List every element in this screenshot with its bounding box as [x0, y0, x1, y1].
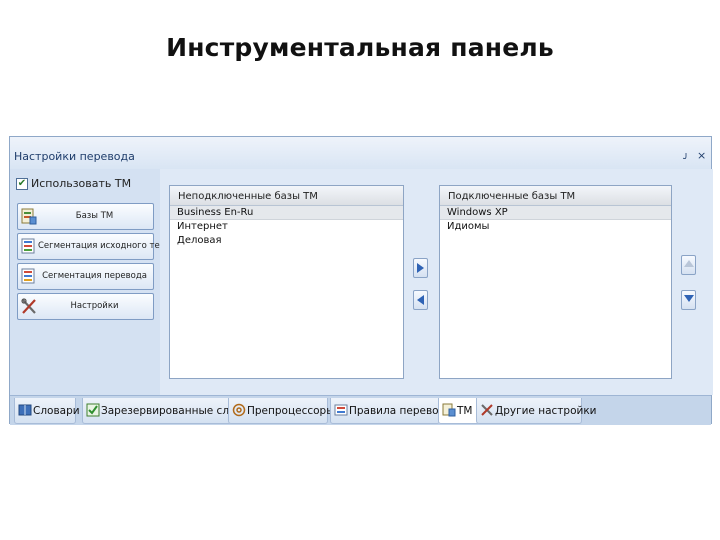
tab-translation-rules[interactable]: Правила перевода [330, 398, 452, 424]
tab-bar: Словари Зарезервированные слова Препроце… [10, 395, 711, 425]
tm-icon [442, 403, 456, 417]
tab-translation-rules-label: Правила перевода [349, 405, 453, 417]
tools-icon [481, 404, 493, 416]
book-icon [18, 404, 32, 416]
tab-reserved-words-label: Зарезервированные слова [101, 405, 249, 417]
move-right-button[interactable] [413, 258, 428, 278]
tab-tm[interactable]: TM [438, 398, 480, 424]
translation-segmentation-button[interactable]: Сегментация перевода [17, 263, 154, 290]
pin-icon[interactable]: ᴊ [683, 149, 687, 162]
use-tm-checkbox[interactable]: ✔ [16, 178, 28, 190]
translation-settings-panel: Настройки перевода ᴊ × ✔ Использовать TM… [9, 136, 713, 425]
tm-bases-label: Базы TM [75, 211, 114, 221]
tab-other-settings-label: Другие настройки [495, 405, 597, 417]
segmentation-icon [21, 238, 35, 254]
arrow-left-icon [417, 295, 424, 305]
move-up-button[interactable] [681, 255, 696, 275]
settings-label: Настройки [70, 301, 119, 311]
tab-dictionaries-label: Словари [33, 405, 80, 417]
tab-tm-label: TM [457, 405, 473, 417]
close-icon[interactable]: × [697, 149, 706, 162]
settings-button[interactable]: Настройки [17, 293, 154, 320]
move-down-button[interactable] [681, 290, 696, 310]
main-area: Неподключенные базы TM Business En-Ru Ин… [160, 169, 713, 395]
translation-segmentation-label: Сегментация перевода [42, 271, 147, 281]
tab-other-settings[interactable]: Другие настройки [476, 398, 597, 424]
tm-bases-button[interactable]: Базы TM [17, 203, 154, 230]
arrow-up-icon [683, 260, 694, 267]
source-segmentation-label: Сегментация исходного текста [38, 241, 180, 251]
source-segmentation-button[interactable]: Сегментация исходного текста [17, 233, 180, 260]
panel-titlebar: Настройки перевода ᴊ × [10, 137, 711, 169]
rules-icon [334, 404, 348, 416]
arrow-right-icon [417, 263, 424, 273]
at-sign-icon [232, 403, 246, 417]
tools-icon [21, 298, 36, 314]
use-tm-label: Использовать TM [31, 177, 132, 190]
tab-preprocessors[interactable]: Препроцессоры [228, 398, 335, 424]
list-item[interactable]: Business En-Ru [170, 206, 403, 220]
list-item[interactable]: Идиомы [440, 220, 671, 234]
segmentation-icon [21, 268, 35, 284]
unconnected-tm-list[interactable]: Неподключенные базы TM Business En-Ru Ин… [169, 185, 404, 379]
database-icon [21, 208, 37, 225]
tab-reserved-words[interactable]: Зарезервированные слова [82, 398, 248, 424]
left-column: ✔ Использовать TM Базы TM Сегментация ис… [10, 169, 180, 395]
arrow-down-icon [683, 295, 694, 302]
list-item[interactable]: Деловая [170, 234, 403, 248]
panel-title: Настройки перевода [14, 150, 135, 163]
panel-body: ✔ Использовать TM Базы TM Сегментация ис… [10, 169, 713, 395]
tab-dictionaries[interactable]: Словари [14, 398, 80, 424]
slide-title: Инструментальная панель [166, 33, 554, 62]
connected-tm-list[interactable]: Подключенные базы TM Windows XP Идиомы [439, 185, 672, 379]
move-left-button[interactable] [413, 290, 428, 310]
list-item[interactable]: Windows XP [440, 206, 671, 220]
connected-tm-header: Подключенные базы TM [440, 186, 671, 206]
tab-preprocessors-label: Препроцессоры [247, 405, 335, 417]
unconnected-tm-header: Неподключенные базы TM [170, 186, 403, 206]
check-icon [86, 403, 100, 417]
list-item[interactable]: Интернет [170, 220, 403, 234]
